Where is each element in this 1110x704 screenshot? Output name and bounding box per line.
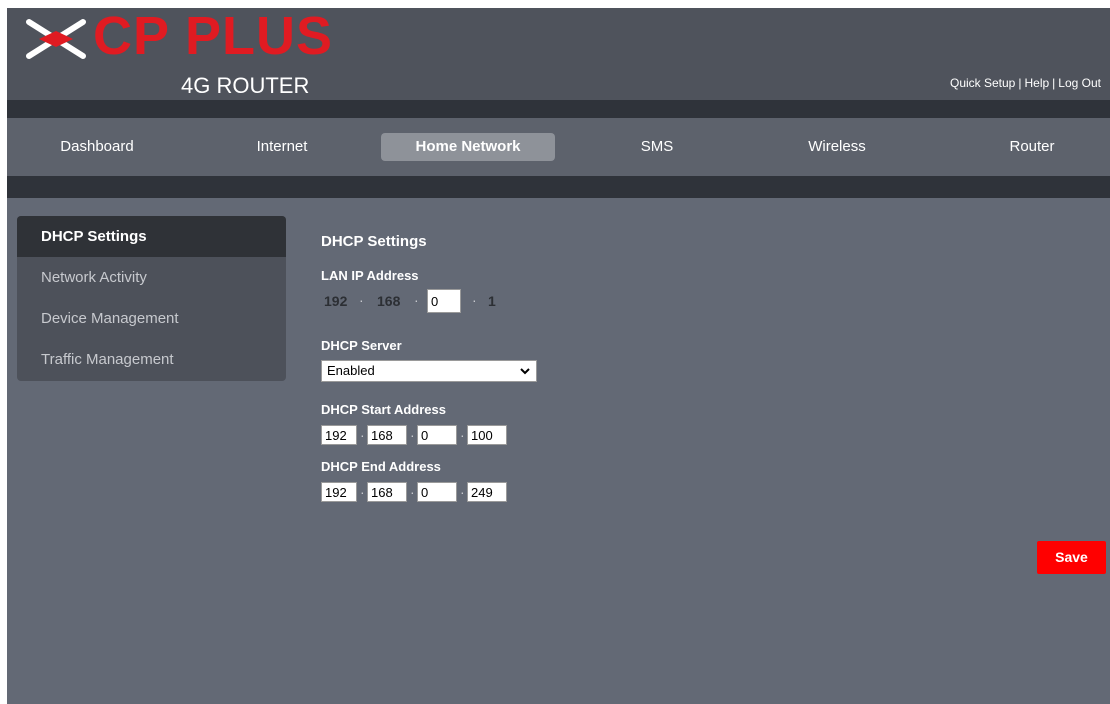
ip-dot: · — [410, 427, 415, 443]
tab-sms[interactable]: SMS — [587, 133, 727, 161]
product-subtitle: 4G ROUTER — [181, 73, 310, 98]
link-separator: | — [1052, 76, 1056, 90]
save-button[interactable]: Save — [1037, 541, 1106, 574]
dhcp-server-select[interactable]: Enabled — [321, 360, 537, 382]
dhcp-server-value: Enabled — [327, 363, 375, 378]
ip-dot: · — [414, 292, 419, 308]
ip-dot: · — [472, 292, 477, 308]
sidebar-item-traffic-management[interactable]: Traffic Management — [17, 339, 286, 380]
tab-home-network[interactable]: Home Network — [381, 133, 555, 161]
dhcp-start-label: DHCP Start Address — [321, 402, 446, 417]
sidebar-item-network-activity[interactable]: Network Activity — [17, 257, 286, 298]
lan-ip-octet-2: 168 — [377, 293, 401, 309]
sidebar-item-dhcp-settings[interactable]: DHCP Settings — [17, 216, 286, 257]
brand-name: CP PLUS — [93, 6, 334, 66]
lan-ip-octet-1: 192 — [324, 293, 348, 309]
help-link[interactable]: Help — [1024, 76, 1049, 90]
ip-dot: · — [460, 484, 465, 500]
dhcp-server-label: DHCP Server — [321, 338, 402, 353]
lan-ip-label: LAN IP Address — [321, 268, 419, 283]
dhcp-end-row: · · · — [321, 482, 521, 504]
quick-setup-link[interactable]: Quick Setup — [950, 76, 1015, 90]
tab-dashboard[interactable]: Dashboard — [27, 133, 167, 161]
ip-dot: · — [360, 427, 365, 443]
dhcp-start-octet-2-input[interactable] — [367, 425, 407, 445]
dhcp-end-octet-1-input[interactable] — [321, 482, 357, 502]
dhcp-end-octet-4-input[interactable] — [467, 482, 507, 502]
section-title: DHCP Settings — [321, 233, 427, 250]
lan-ip-octet-3-input[interactable] — [427, 289, 461, 313]
dhcp-end-octet-2-input[interactable] — [367, 482, 407, 502]
dhcp-start-octet-1-input[interactable] — [321, 425, 357, 445]
header-divider — [7, 100, 1110, 118]
nav-divider — [7, 176, 1110, 198]
logout-link[interactable]: Log Out — [1058, 76, 1101, 90]
logo: CP PLUS 4G ROUTER — [25, 6, 335, 100]
tab-router[interactable]: Router — [962, 133, 1102, 161]
chevron-down-icon — [520, 368, 530, 375]
ip-dot: · — [359, 292, 364, 308]
dhcp-end-label: DHCP End Address — [321, 459, 441, 474]
ip-dot: · — [360, 484, 365, 500]
header: CP PLUS 4G ROUTER Quick Setup | Help | Log O… — [7, 6, 1110, 100]
sidebar-item-device-management[interactable]: Device Management — [17, 298, 286, 339]
cp-plus-logo-icon — [26, 19, 86, 59]
tab-internet[interactable]: Internet — [217, 133, 347, 161]
top-links: Quick Setup | Help | Log Out — [950, 76, 1101, 90]
tab-wireless[interactable]: Wireless — [767, 133, 907, 161]
ip-dot: · — [460, 427, 465, 443]
dhcp-start-octet-4-input[interactable] — [467, 425, 507, 445]
sidebar: DHCP Settings Network Activity Device Ma… — [17, 216, 286, 381]
lan-ip-row: 192 · 168 · · 1 — [321, 289, 541, 313]
lan-ip-octet-4: 1 — [488, 293, 496, 309]
main-nav: Dashboard Internet Home Network SMS Wire… — [7, 118, 1110, 176]
ip-dot: · — [410, 484, 415, 500]
dhcp-end-octet-3-input[interactable] — [417, 482, 457, 502]
dhcp-start-row: · · · — [321, 425, 521, 447]
router-admin-app: CP PLUS 4G ROUTER Quick Setup | Help | Log O… — [7, 6, 1110, 704]
dhcp-start-octet-3-input[interactable] — [417, 425, 457, 445]
